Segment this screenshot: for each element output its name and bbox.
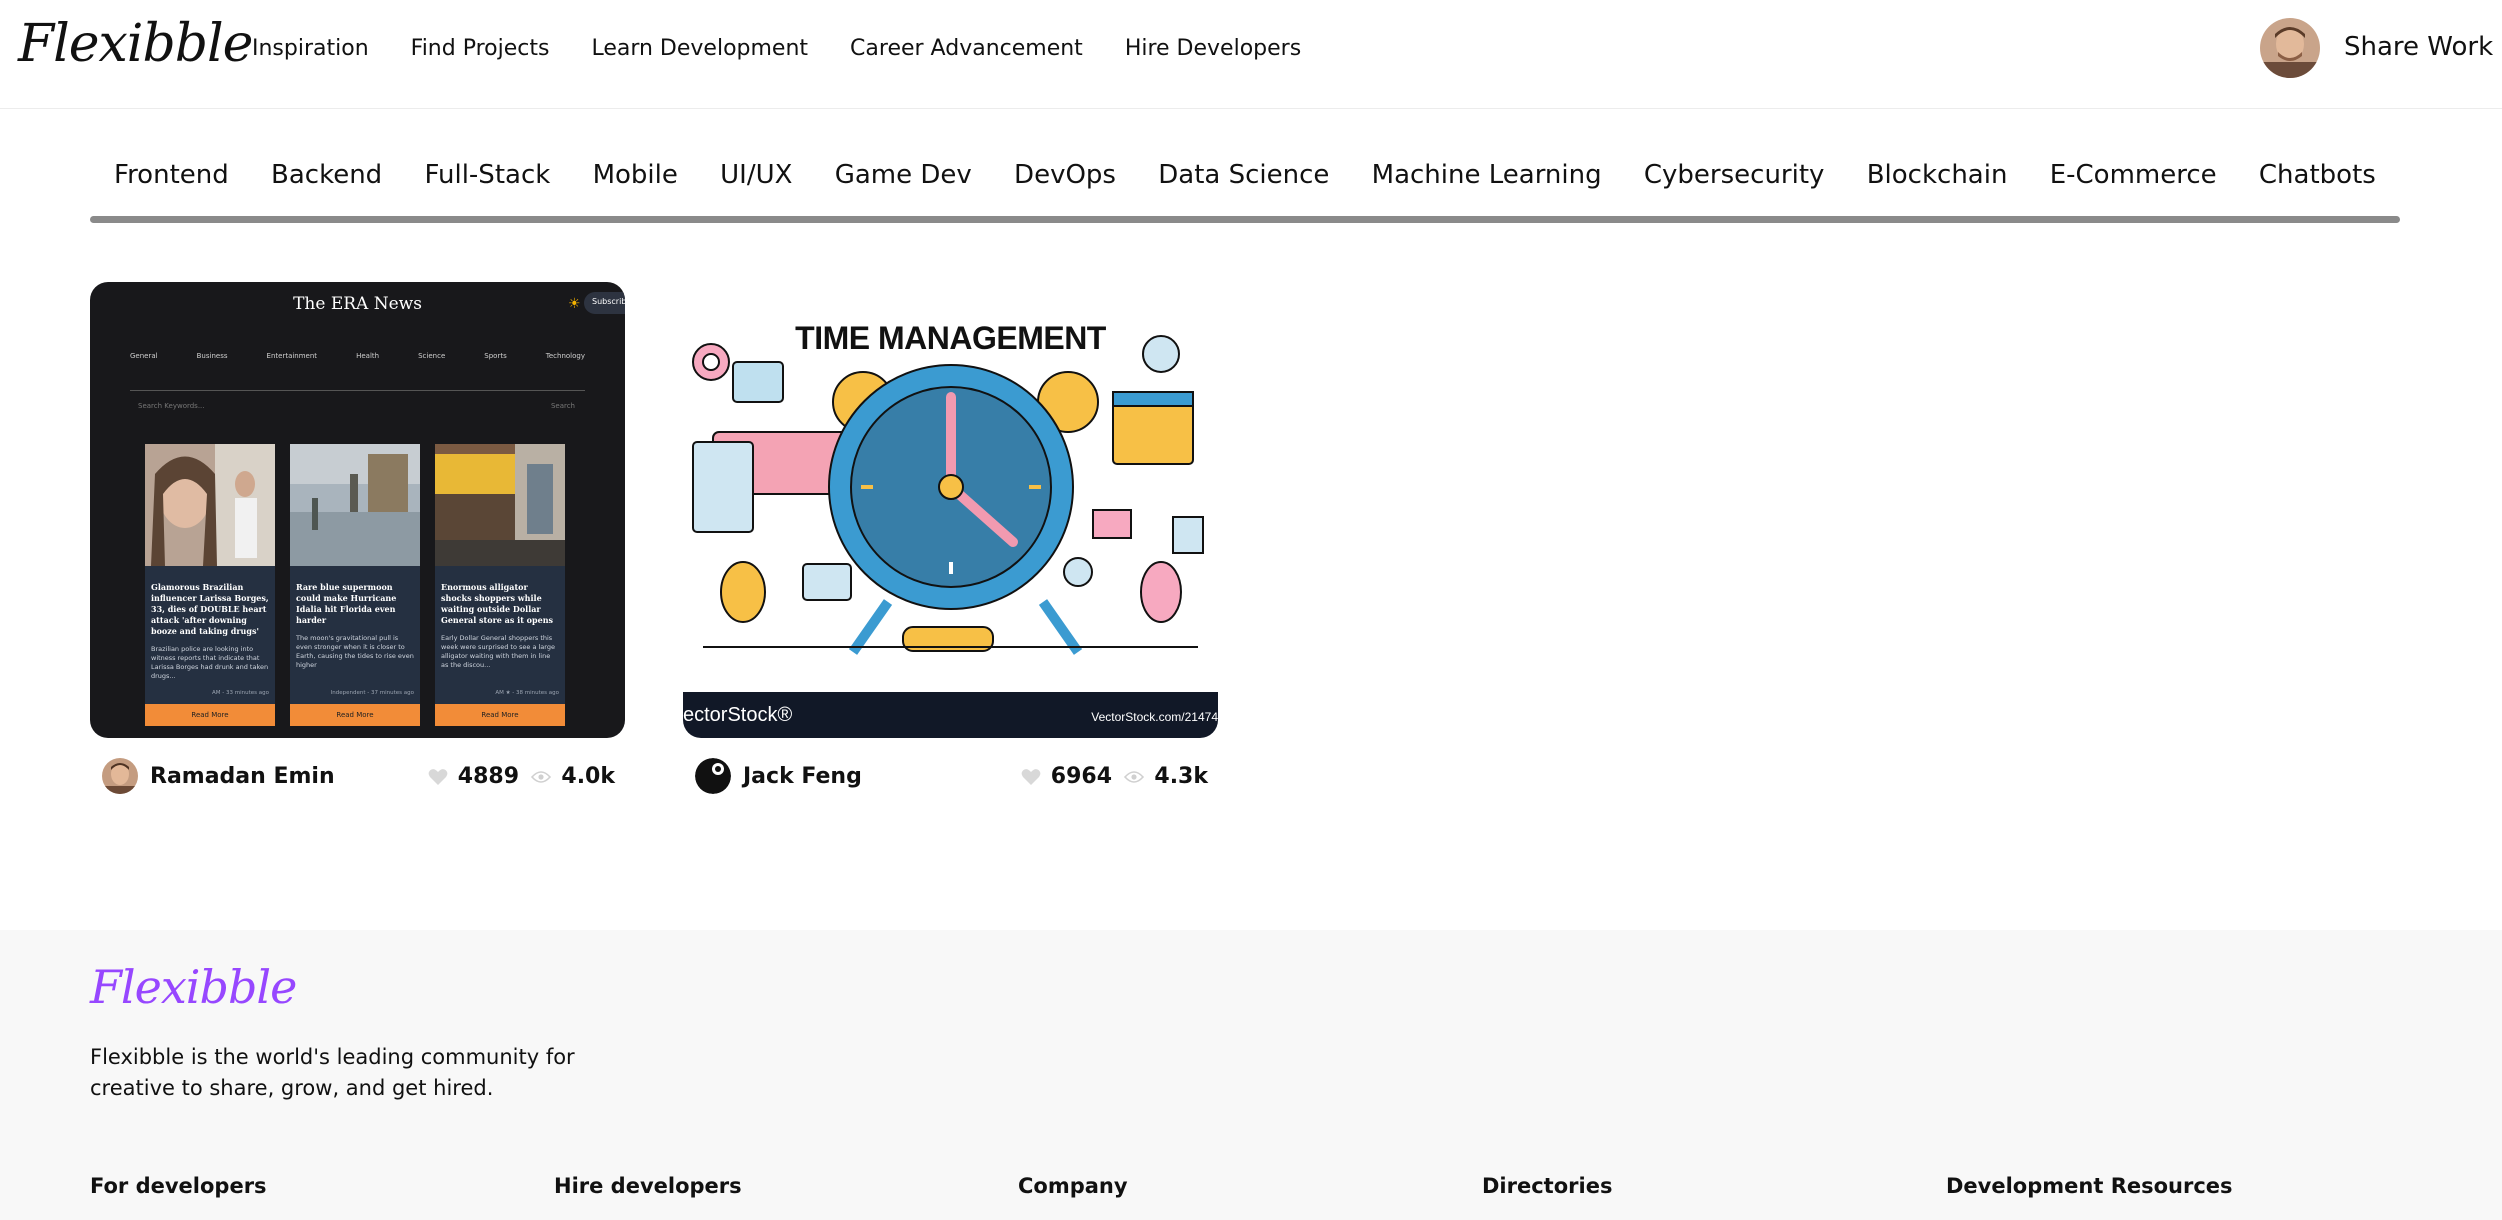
user-avatar-image	[2260, 18, 2320, 78]
watermark-url: VectorStock.com/21474	[1091, 710, 1218, 724]
category-data-science[interactable]: Data Science	[1158, 160, 1329, 220]
heart-icon	[428, 768, 448, 785]
top-navbar: Flexibble Inspiration Find Projects Lear…	[0, 0, 2502, 109]
article-description: Early Dollar General shoppers this week …	[441, 634, 555, 669]
category-chatbots[interactable]: Chatbots	[2259, 160, 2376, 220]
category-ui-ux[interactable]: UI/UX	[720, 160, 792, 220]
nav-inspiration[interactable]: Inspiration	[252, 36, 369, 61]
eye-icon	[1124, 770, 1145, 783]
author-name[interactable]: Ramadan Emin	[150, 764, 335, 789]
views-count: 4.0k	[561, 764, 615, 789]
preview-divider	[130, 390, 585, 391]
nav-learn-development[interactable]: Learn Development	[591, 36, 808, 61]
category-e-commerce[interactable]: E-Commerce	[2050, 160, 2217, 220]
likes-counter[interactable]: 6964	[1021, 764, 1112, 789]
likes-counter[interactable]: 4889	[428, 764, 519, 789]
article-source: AM ★ - 38 minutes ago	[495, 690, 559, 696]
category-devops[interactable]: DevOps	[1014, 160, 1116, 220]
read-more-button: Read More	[435, 704, 565, 726]
footer-heading-directories: Directories	[1482, 1174, 1613, 1198]
flexibble-logo[interactable]: Flexibble	[18, 14, 253, 74]
eye-icon	[531, 770, 552, 783]
category-frontend[interactable]: Frontend	[114, 160, 229, 220]
category-mobile[interactable]: Mobile	[593, 160, 678, 220]
footer-heading-for-developers: For developers	[90, 1174, 267, 1198]
preview-search-placeholder: Search Keywords...	[138, 402, 205, 410]
preview-article: Enormous alligator shocks shoppers while…	[435, 444, 565, 726]
category-full-stack[interactable]: Full-Stack	[424, 160, 550, 220]
article-source: Independent - 37 minutes ago	[330, 690, 414, 696]
article-description: Brazilian police are looking into witnes…	[151, 645, 269, 680]
article-image-flood	[290, 444, 420, 566]
heart-icon	[1021, 768, 1041, 785]
category-game-dev[interactable]: Game Dev	[835, 160, 972, 220]
project-card: TIME MANAGEMENT ectorStock® VectorStock.…	[683, 282, 1218, 806]
preview-category-list: General Business Entertainment Health Sc…	[130, 352, 585, 360]
article-source: AM - 33 minutes ago	[212, 690, 269, 696]
category-backend[interactable]: Backend	[271, 160, 382, 220]
watermark-brand: ectorStock®	[683, 704, 793, 726]
preview-category: Entertainment	[266, 352, 318, 360]
project-meta: Jack Feng 6964 4.3k	[683, 746, 1218, 806]
project-thumbnail[interactable]: The ERA News ☀ Subscribe General Busines…	[90, 282, 625, 738]
category-filter: Frontend Backend Full-Stack Mobile UI/UX…	[90, 160, 2400, 220]
clock-illustration	[692, 335, 1204, 655]
nav-hire-developers[interactable]: Hire Developers	[1125, 36, 1301, 61]
views-count: 4.3k	[1154, 764, 1208, 789]
read-more-button: Read More	[290, 704, 420, 726]
preview-article: Glamorous Brazilian influencer Larissa B…	[145, 444, 275, 726]
footer-heading-development-resources: Development Resources	[1946, 1174, 2233, 1198]
author-name[interactable]: Jack Feng	[743, 764, 862, 789]
project-thumbnail[interactable]: TIME MANAGEMENT ectorStock® VectorStock.…	[683, 282, 1218, 738]
article-title: Enormous alligator shocks shoppers while…	[441, 582, 554, 625]
nav-career-advancement[interactable]: Career Advancement	[850, 36, 1083, 61]
likes-count: 4889	[457, 764, 519, 789]
user-avatar[interactable]	[2260, 18, 2320, 78]
preview-category: General	[130, 352, 158, 360]
category-cybersecurity[interactable]: Cybersecurity	[1644, 160, 1825, 220]
author-avatar[interactable]	[695, 758, 731, 794]
project-card: The ERA News ☀ Subscribe General Busines…	[90, 282, 625, 806]
preview-category: Sports	[484, 352, 507, 360]
watermark-bar: ectorStock® VectorStock.com/21474	[683, 692, 1218, 738]
article-image-woman	[145, 444, 275, 566]
preview-category: Technology	[545, 352, 585, 360]
article-title: Glamorous Brazilian influencer Larissa B…	[151, 582, 269, 636]
category-blockchain[interactable]: Blockchain	[1867, 160, 2008, 220]
article-title: Rare blue supermoon could make Hurricane…	[296, 582, 397, 625]
preview-category: Business	[196, 352, 228, 360]
author-avatar-image	[695, 758, 731, 794]
main-nav: Inspiration Find Projects Learn Developm…	[252, 0, 1301, 96]
time-management-illustration: TIME MANAGEMENT ectorStock® VectorStock.…	[683, 282, 1218, 738]
footer-heading-hire-developers: Hire developers	[554, 1174, 742, 1198]
footer-columns: For developers Hire developers Company D…	[90, 1174, 2410, 1198]
read-more-button: Read More	[145, 704, 275, 726]
views-counter: 4.3k	[1124, 764, 1208, 789]
article-image-store	[435, 444, 565, 566]
news-app-preview: The ERA News ☀ Subscribe General Busines…	[90, 282, 625, 738]
preview-site-title: The ERA News	[293, 294, 422, 314]
share-work-button[interactable]: Share Work	[2344, 32, 2493, 62]
preview-category: Science	[418, 352, 446, 360]
article-description: The moon's gravitational pull is even st…	[296, 634, 414, 669]
project-meta: Ramadan Emin 4889 4.0k	[90, 746, 625, 806]
footer-logo[interactable]: Flexibble	[90, 960, 297, 1014]
nav-find-projects[interactable]: Find Projects	[411, 36, 550, 61]
views-counter: 4.0k	[531, 764, 615, 789]
preview-subscribe-button: Subscribe	[584, 292, 625, 314]
author-avatar-image	[102, 758, 138, 794]
footer-heading-company: Company	[1018, 1174, 1128, 1198]
preview-article: Rare blue supermoon could make Hurricane…	[290, 444, 420, 726]
footer-tagline: Flexibble is the world's leading communi…	[90, 1045, 575, 1100]
footer: Flexibble Flexibble is the world's leadi…	[0, 930, 2502, 1220]
preview-category: Health	[356, 352, 380, 360]
sun-icon: ☀	[568, 296, 581, 312]
likes-count: 6964	[1050, 764, 1112, 789]
preview-search-button: Search	[550, 402, 575, 410]
category-scrollbar[interactable]	[90, 216, 2400, 223]
author-avatar[interactable]	[102, 758, 138, 794]
category-machine-learning[interactable]: Machine Learning	[1372, 160, 1602, 220]
